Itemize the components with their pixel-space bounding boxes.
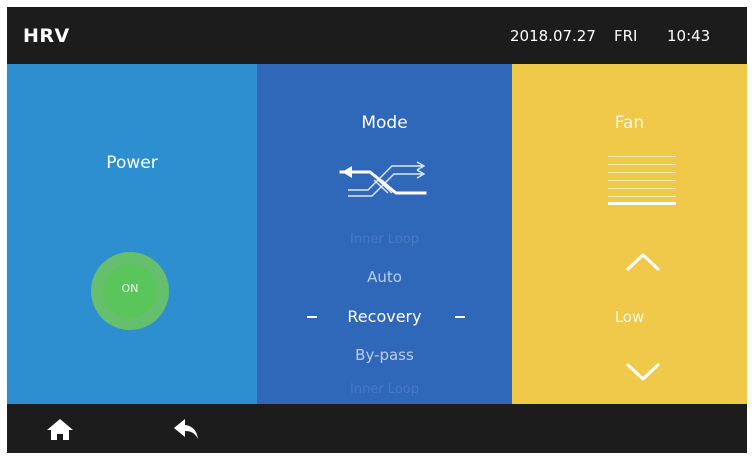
mode-option-inner-loop-faded[interactable]: Inner Loop xyxy=(257,232,512,247)
fan-panel: Fan Low xyxy=(512,64,747,404)
chevron-down-icon[interactable] xyxy=(625,361,661,383)
mode-title: Mode xyxy=(361,113,408,133)
time-display: 10:43 xyxy=(667,27,711,45)
fan-level-bar xyxy=(608,172,676,173)
fan-title: Fan xyxy=(614,113,645,133)
fan-level-bar xyxy=(608,188,676,189)
status-bar: HRV 2018.07.27 FRI 10:43 xyxy=(7,7,747,64)
fan-active-level-bar xyxy=(608,202,676,205)
chevron-up-icon[interactable] xyxy=(625,250,661,272)
fan-level-bar xyxy=(608,156,676,157)
mode-option-recovery-selected[interactable]: Recovery xyxy=(257,307,512,326)
app-title: HRV xyxy=(23,25,70,47)
hrv-controller-screen: HRV 2018.07.27 FRI 10:43 Power ON Mode I… xyxy=(7,7,747,453)
fan-speed-label: Low xyxy=(614,308,645,326)
fan-level-bar xyxy=(608,196,676,197)
back-arrow-icon[interactable] xyxy=(172,417,200,441)
mode-option-bypass[interactable]: By-pass xyxy=(257,346,512,364)
bottom-navigation xyxy=(7,404,747,453)
mode-panel: Mode Inner Loop Auto Recovery By-pass In… xyxy=(257,64,512,404)
date-display: 2018.07.27 xyxy=(510,27,596,45)
power-panel: Power ON xyxy=(7,64,257,404)
selection-marker-right xyxy=(455,316,465,318)
heat-recovery-icon xyxy=(339,161,427,197)
power-title: Power xyxy=(106,153,158,173)
home-icon[interactable] xyxy=(46,417,74,441)
day-display: FRI xyxy=(614,27,638,45)
mode-option-faded-bottom[interactable]: Inner Loop xyxy=(257,382,512,397)
fan-level-bar xyxy=(608,164,676,165)
power-button-label: ON xyxy=(121,282,139,295)
mode-option-auto[interactable]: Auto xyxy=(257,268,512,286)
power-toggle-button[interactable]: ON xyxy=(91,252,169,330)
fan-level-bar xyxy=(608,180,676,181)
fan-level-indicator xyxy=(608,156,676,206)
